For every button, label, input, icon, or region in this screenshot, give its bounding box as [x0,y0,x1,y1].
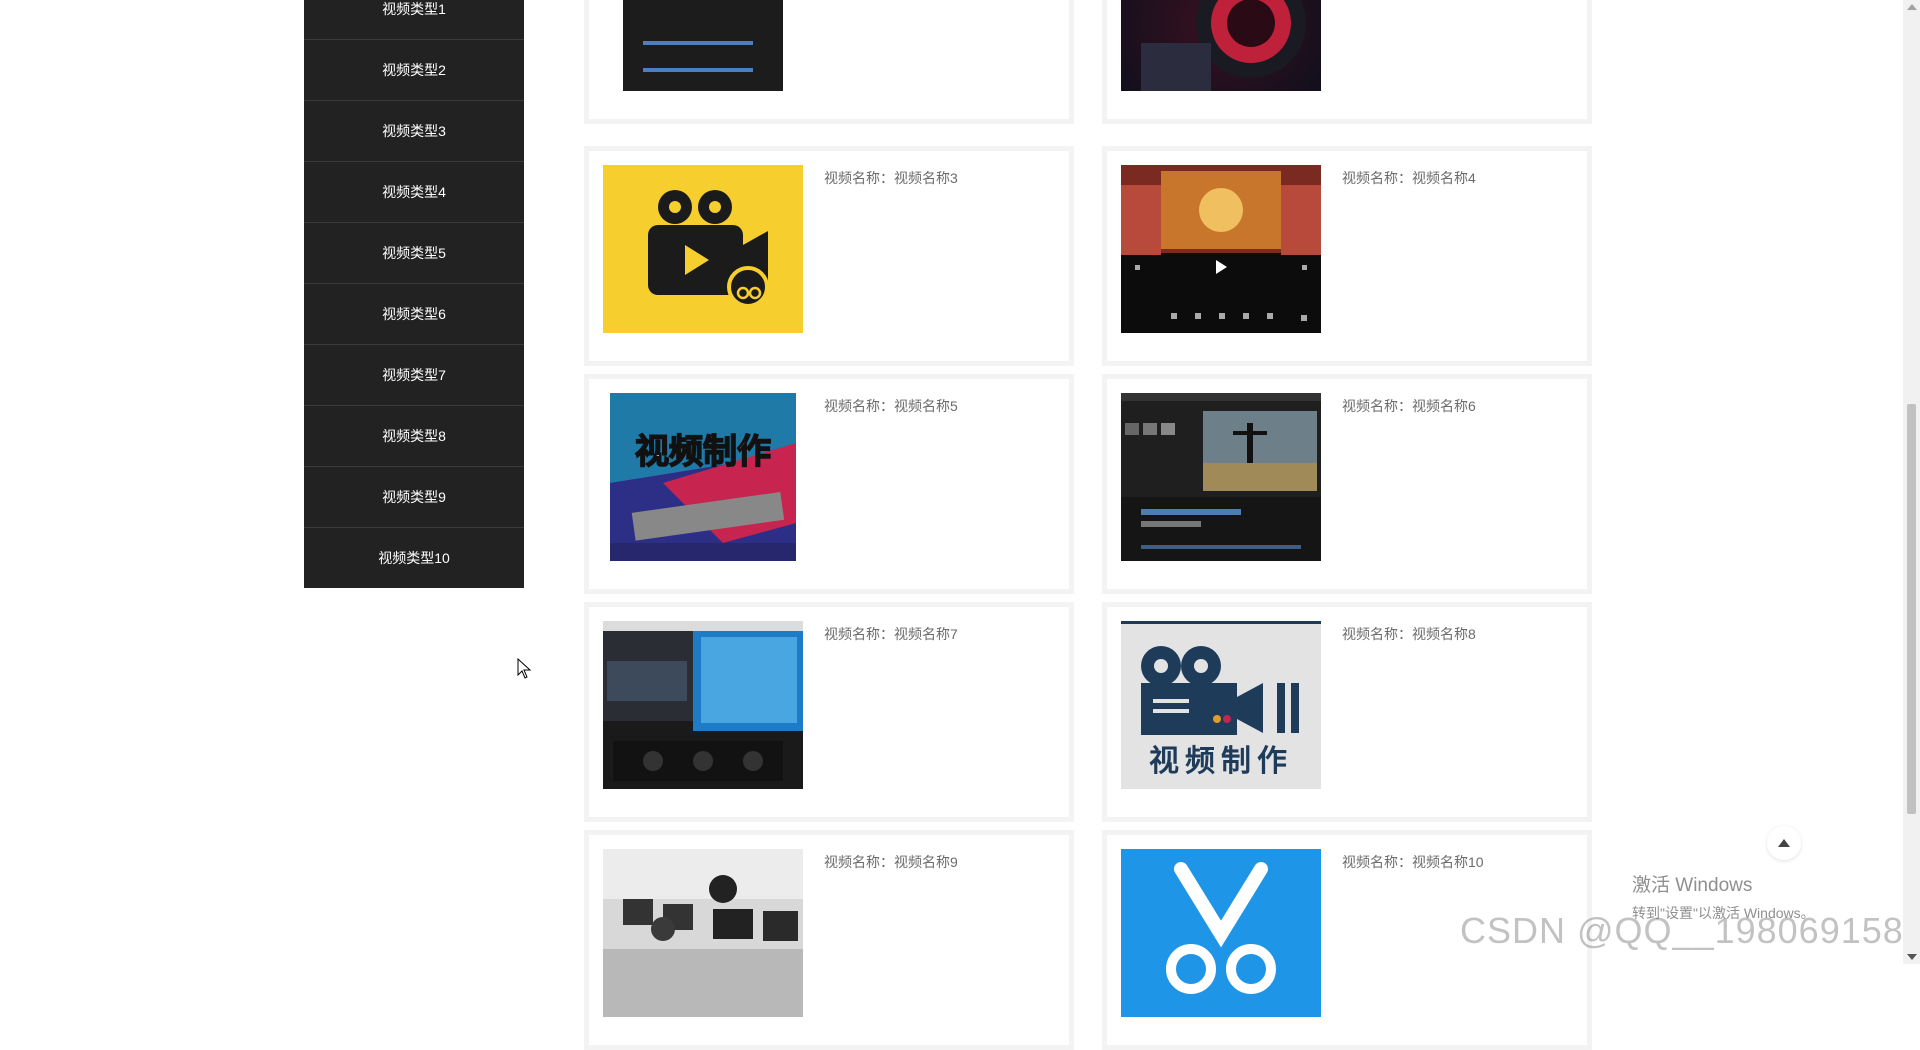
video-thumbnail[interactable] [1121,849,1321,1017]
video-thumbnail[interactable] [603,621,803,789]
scrollbar-thumb[interactable] [1907,404,1916,814]
video-thumbnail[interactable]: 视频制作 [1121,621,1321,789]
video-thumbnail[interactable] [603,165,803,333]
video-name-label: 视频名称：视频名称4 [1342,170,1476,186]
video-name-label: 视频名称：视频名称8 [1342,626,1476,642]
video-card[interactable]: 视频名称：视频名称7 [584,602,1074,822]
sidebar-item-type-1[interactable]: 视频类型1 [304,0,524,39]
csdn-watermark: CSDN @QQ__1980691580 [1460,910,1920,951]
sidebar-item-label: 视频类型2 [382,62,446,78]
arrow-up-icon [1778,839,1790,847]
video-thumbnail[interactable] [1121,165,1321,333]
category-sidebar: 视频类型1 视频类型2 视频类型3 视频类型4 视频类型5 视频类型6 视频类型… [304,0,524,588]
video-card[interactable]: 视频名称：视频名称3 [584,146,1074,366]
video-production-poster-image: 视频制作 [610,393,796,561]
sidebar-item-type-6[interactable]: 视频类型6 [304,283,524,344]
projector-poster-image: 视频制作 [1121,621,1321,789]
video-thumbnail-camera-lens[interactable] [1121,0,1321,91]
video-thumbnail[interactable]: 视频制作 [603,393,803,561]
back-to-top-button[interactable] [1767,826,1801,860]
video-card[interactable]: 视频制作 视频名称：视频名称8 [1102,602,1592,822]
scroll-up-arrow-icon[interactable] [1907,4,1917,10]
video-name-label: 视频名称：视频名称7 [824,626,958,642]
poster-title-text: 视频制作 [635,432,771,472]
sidebar-item-type-7[interactable]: 视频类型7 [304,344,524,405]
video-name-label: 视频名称：视频名称10 [1342,854,1484,870]
video-name-label: 视频名称：视频名称9 [824,854,958,870]
sidebar-item-type-4[interactable]: 视频类型4 [304,161,524,222]
video-thumbnail[interactable] [603,849,803,1017]
video-thumbnail-clapperboard[interactable] [603,0,803,91]
clapperboard-icon [623,0,783,91]
page-scrollbar[interactable] [1903,0,1920,964]
video-card[interactable]: 视频制作 视频名称：视频名称5 [584,374,1074,594]
editor-software-image [1121,393,1321,561]
sidebar-item-label: 视频类型8 [382,428,446,444]
activation-title: 激活 Windows [1632,875,1753,896]
scroll-down-arrow-icon[interactable] [1907,954,1917,960]
video-name-label: 视频名称：视频名称3 [824,170,958,186]
sidebar-item-type-5[interactable]: 视频类型5 [304,222,524,283]
camera-lens-image [1121,0,1321,91]
sidebar-item-type-9[interactable]: 视频类型9 [304,466,524,527]
sidebar-item-type-10[interactable]: 视频类型10 [304,527,524,588]
sidebar-item-type-3[interactable]: 视频类型3 [304,100,524,161]
mouse-cursor-icon [517,658,532,679]
sidebar-item-label: 视频类型4 [382,184,446,200]
sidebar-item-label: 视频类型7 [382,367,446,383]
sidebar-item-label: 视频类型3 [382,123,446,139]
sidebar-item-label: 视频类型1 [382,1,446,17]
sidebar-item-label: 视频类型10 [378,550,450,566]
sidebar-item-type-2[interactable]: 视频类型2 [304,39,524,100]
editing-workstation-image [603,621,803,789]
video-card[interactable]: 视频名称：视频名称9 [584,830,1074,1050]
camera-scissors-icon [603,165,803,333]
video-name-label: 视频名称：视频名称6 [1342,398,1476,414]
sidebar-item-type-8[interactable]: 视频类型8 [304,405,524,466]
phone-video-editor-image [1121,165,1321,333]
sidebar-item-label: 视频类型6 [382,306,446,322]
sidebar-item-label: 视频类型9 [382,489,446,505]
video-name-label: 视频名称：视频名称5 [824,398,958,414]
video-card[interactable] [584,0,1074,124]
poster-title-text: 视频制作 [1149,744,1293,779]
video-card[interactable]: 视频名称：视频名称4 [1102,146,1592,366]
video-card[interactable]: 视频名称：视频名称6 [1102,374,1592,594]
video-thumbnail[interactable] [1121,393,1321,561]
scissors-logo-icon [1121,849,1321,1017]
sidebar-item-label: 视频类型5 [382,245,446,261]
classroom-computers-image [603,849,803,1017]
video-card[interactable] [1102,0,1592,124]
